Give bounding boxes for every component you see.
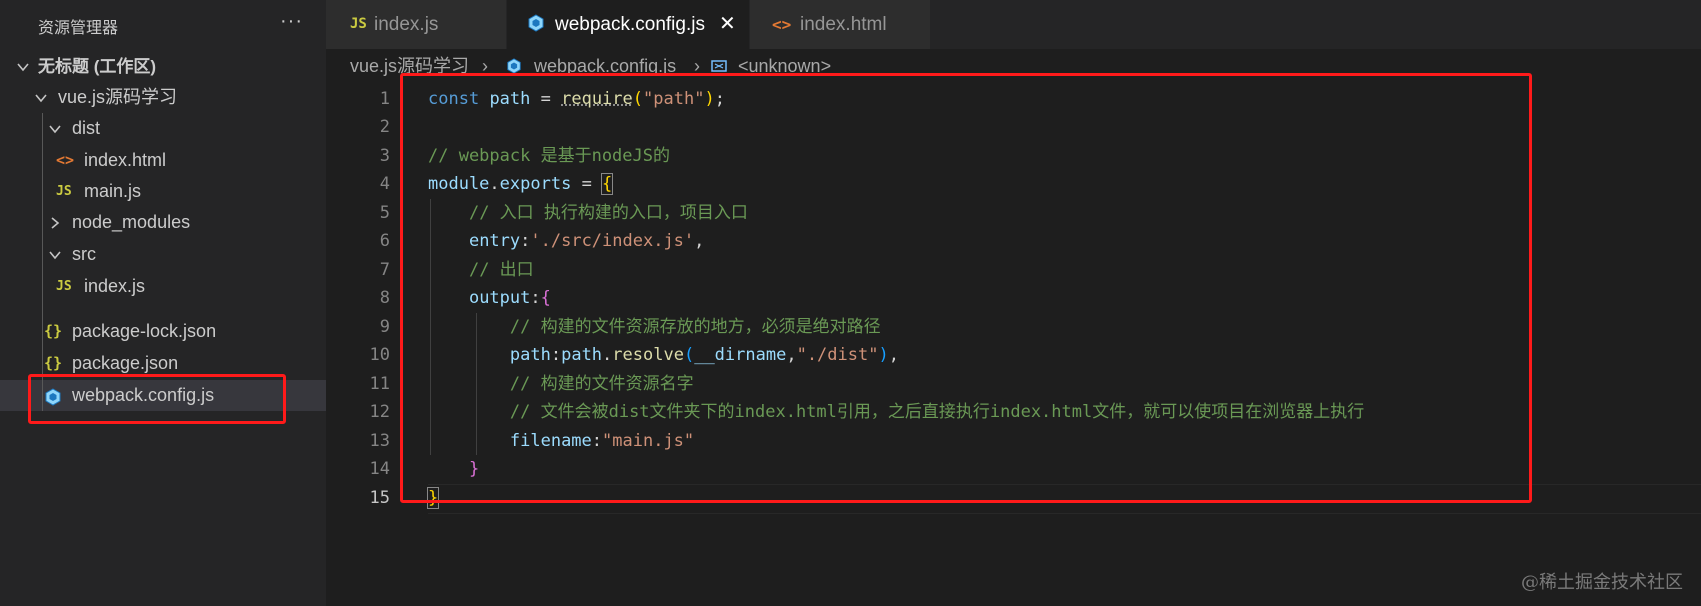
line-number: 2 — [379, 117, 390, 137]
tab-label: index.js — [374, 14, 439, 35]
chevron-down-icon — [48, 239, 62, 270]
chevron-right-icon — [48, 207, 62, 238]
symbol-variable-icon — [710, 58, 728, 74]
json-file-icon: {} — [44, 322, 63, 340]
line-number: 1 — [379, 89, 390, 109]
annotation-highlight-code — [400, 73, 1532, 503]
tab-index-js[interactable]: JS index.js — [326, 0, 506, 49]
tree-file-index-html[interactable]: <> index.html — [0, 145, 326, 176]
tree-label: index.html — [84, 150, 167, 170]
html-file-icon: <> — [56, 151, 75, 169]
tab-bar: JS index.js webpack.config.js ✕ <> index… — [326, 0, 1701, 49]
tab-label: index.html — [800, 14, 887, 35]
tab-webpack-config[interactable]: webpack.config.js ✕ — [507, 0, 749, 49]
line-number: 14 — [369, 459, 390, 479]
line-number: 4 — [379, 174, 390, 194]
tree-label: package-lock.json — [72, 321, 217, 341]
line-number: 5 — [379, 203, 390, 223]
tree-folder-src[interactable]: src — [0, 239, 326, 270]
explorer-title: 资源管理器 — [38, 20, 119, 37]
tree-file-index-js[interactable]: JS index.js — [0, 271, 326, 302]
line-number: 12 — [369, 402, 390, 422]
tree-file-package-lock[interactable]: {} package-lock.json — [0, 316, 326, 347]
line-number: 10 — [369, 345, 390, 365]
line-number: 8 — [379, 288, 390, 308]
code-editor[interactable]: 1 2 3 4 5 6 7 8 9 10 11 12 13 14 15 cons… — [326, 73, 1701, 606]
tree-label: vue.js源码学习 — [58, 87, 178, 107]
line-number: 7 — [379, 260, 390, 280]
webpack-cube-icon — [527, 14, 545, 32]
tree-file-main-js[interactable]: JS main.js — [0, 176, 326, 207]
tree-folder-dist[interactable]: dist — [0, 113, 326, 144]
line-number: 9 — [379, 317, 390, 337]
line-number: 3 — [379, 146, 390, 166]
explorer-header: 资源管理器 ··· — [0, 0, 326, 48]
line-number: 13 — [369, 431, 390, 451]
tree-label: dist — [72, 118, 101, 138]
webpack-cube-icon — [506, 58, 522, 74]
line-number: 6 — [379, 231, 390, 251]
watermark: @稀土掘金技术社区 — [1521, 572, 1683, 593]
chevron-down-icon — [16, 51, 30, 82]
js-file-icon: JS — [56, 184, 72, 199]
html-file-icon: <> — [772, 15, 792, 34]
line-number: 15 — [369, 488, 390, 508]
tree-label: main.js — [84, 181, 142, 201]
workspace-root[interactable]: 无标题 (工作区) — [0, 51, 326, 82]
explorer-sidebar: 资源管理器 ··· 无标题 (工作区) vue.js源码学习 dist <> i… — [0, 0, 326, 606]
chevron-down-icon — [34, 82, 48, 113]
tab-label: webpack.config.js — [555, 14, 705, 35]
indent-guide — [42, 113, 43, 411]
annotation-highlight-file — [28, 374, 286, 424]
tree-label: src — [72, 244, 96, 264]
tree-folder-project[interactable]: vue.js源码学习 — [0, 82, 326, 113]
tab-index-html[interactable]: <> index.html — [750, 0, 930, 49]
js-file-icon: JS — [350, 16, 367, 32]
close-tab-icon[interactable]: ✕ — [719, 0, 736, 49]
workspace-label: 无标题 (工作区) — [38, 57, 157, 76]
tree-folder-node-modules[interactable]: node_modules — [0, 207, 326, 238]
tree-label: index.js — [84, 276, 146, 296]
line-number: 11 — [369, 374, 390, 394]
more-actions-icon[interactable]: ··· — [280, 10, 303, 33]
js-file-icon: JS — [56, 279, 72, 294]
chevron-down-icon — [48, 113, 62, 144]
tree-label: node_modules — [72, 212, 191, 232]
